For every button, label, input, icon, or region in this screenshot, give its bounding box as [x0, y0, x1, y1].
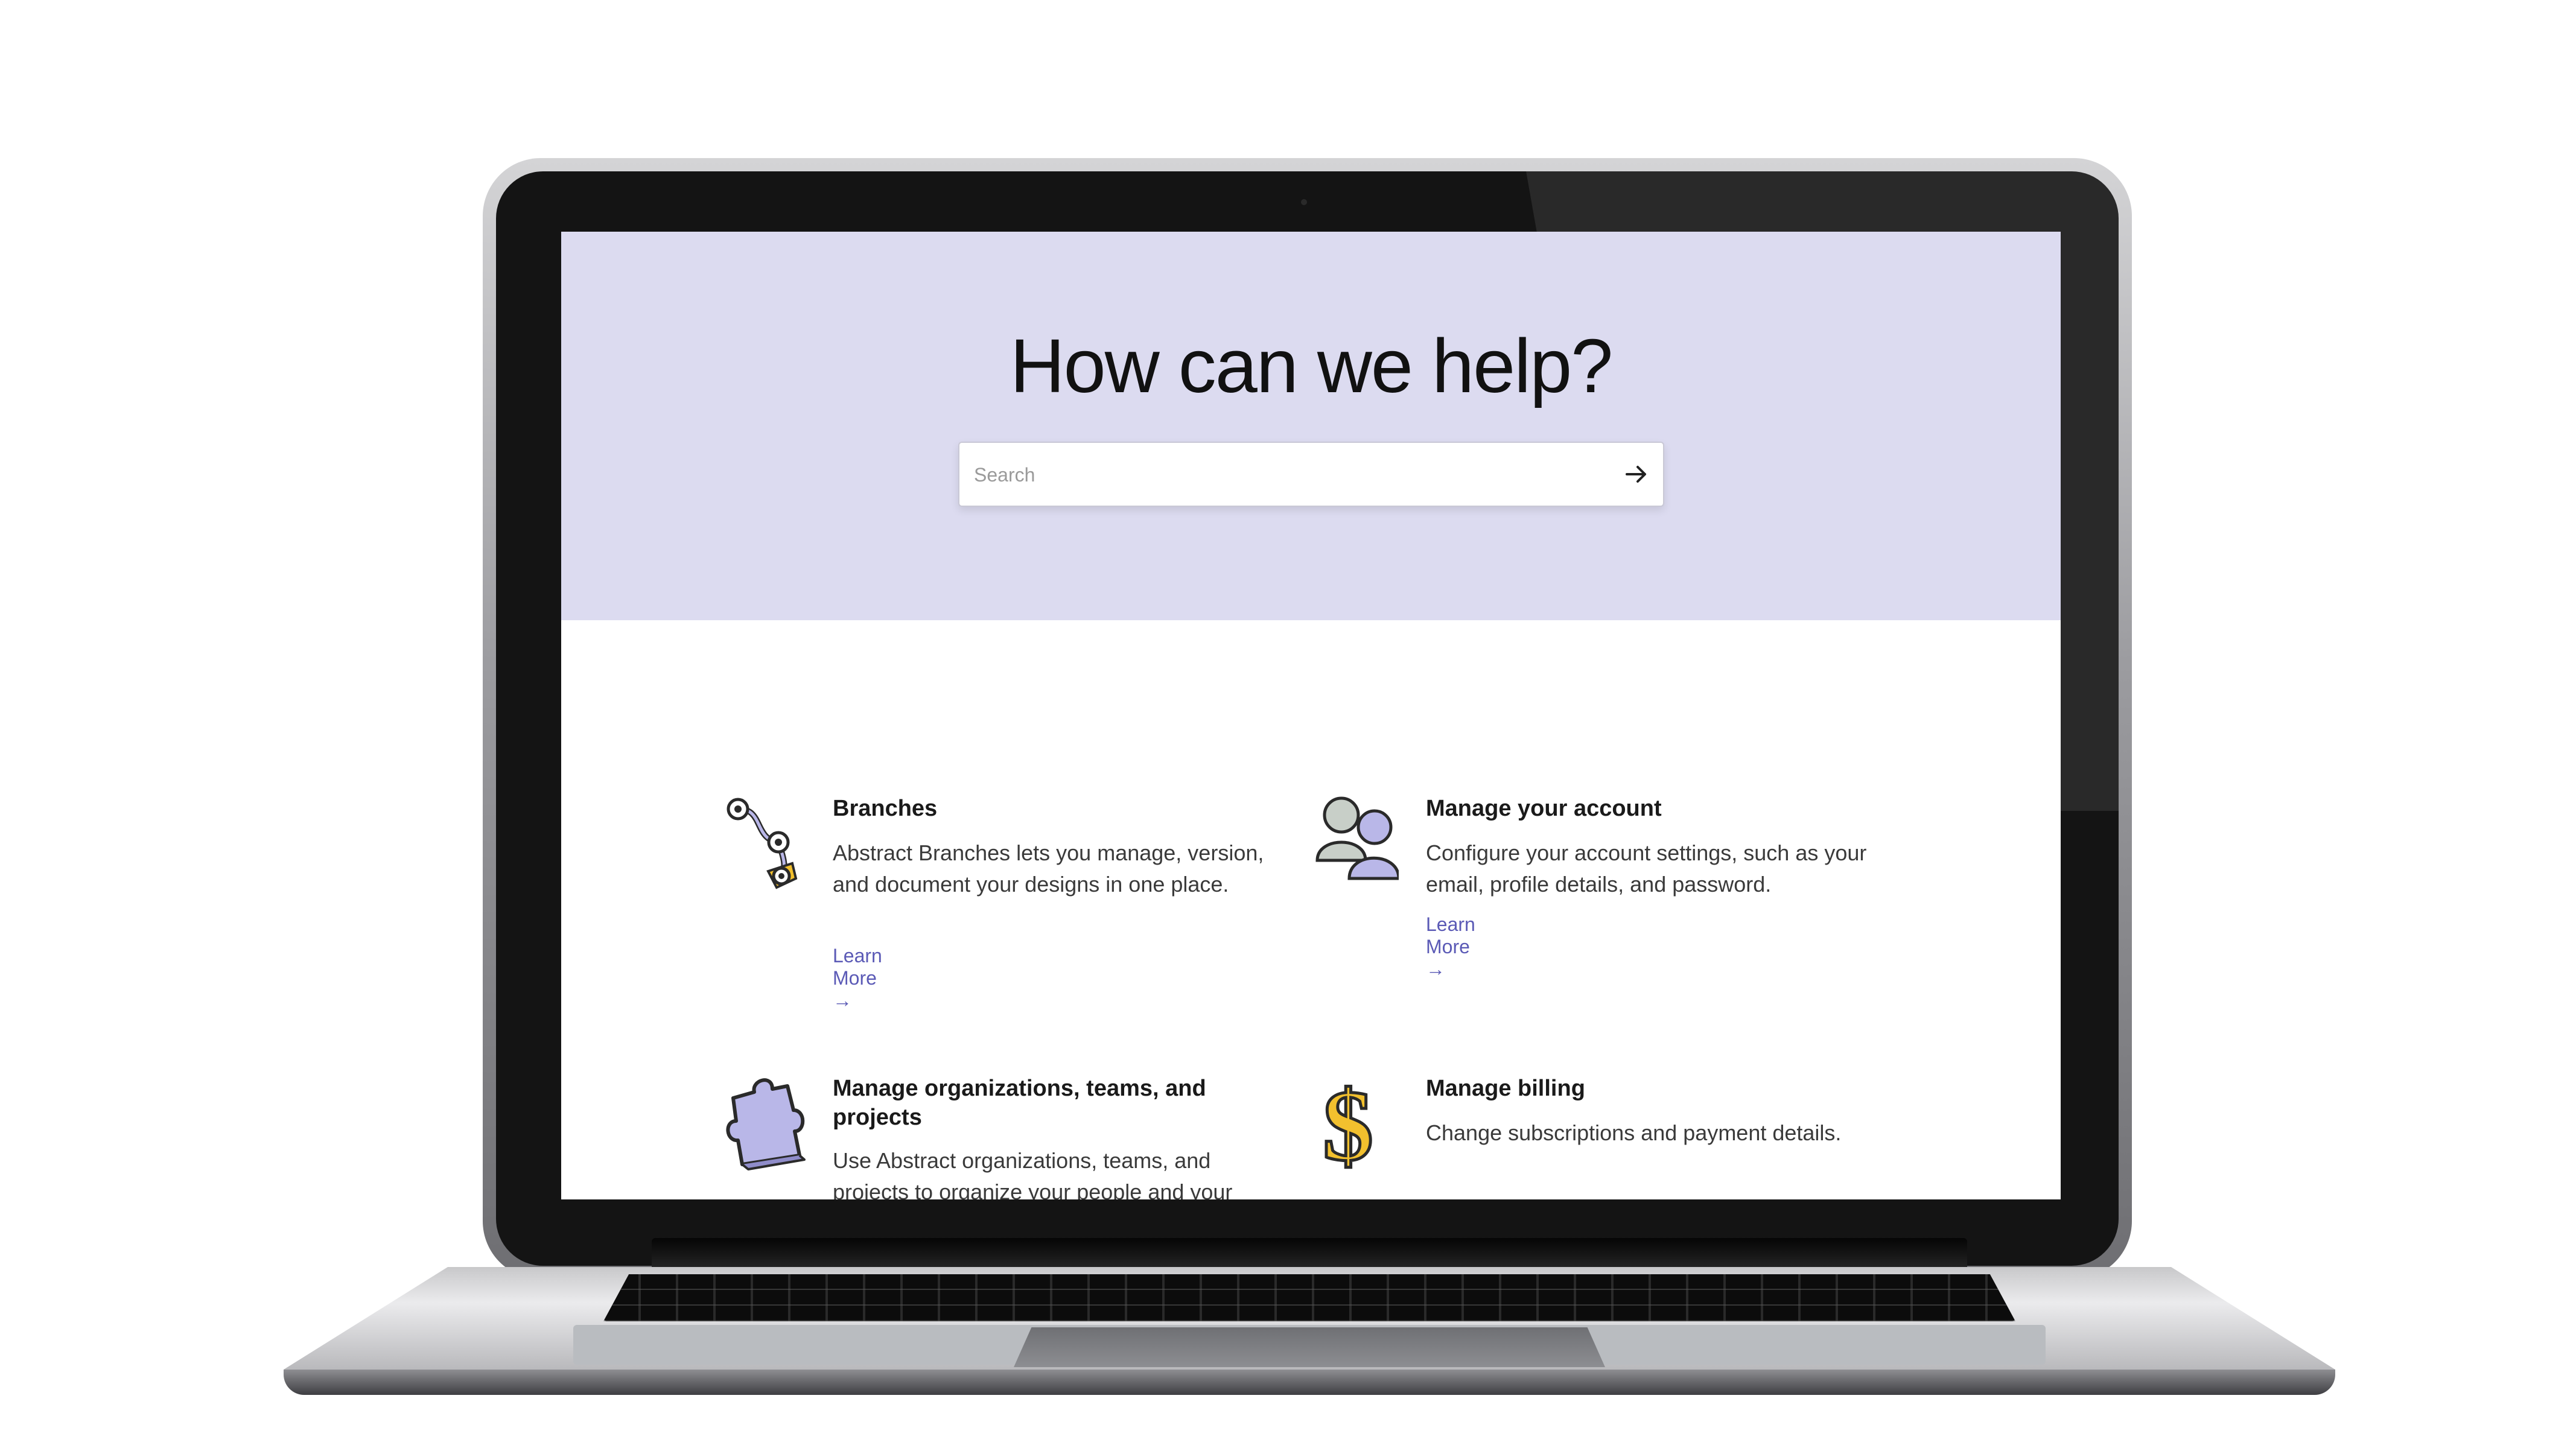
card-description: Use Abstract organizations, teams, and p…: [833, 1148, 1233, 1199]
card-title: Manage billing: [1426, 1076, 1585, 1101]
laptop-screen: How can we help? Branches Abstract Branc…: [561, 232, 2061, 1199]
card-description: Change subscriptions and payment details…: [1426, 1120, 1842, 1145]
laptop-base-front: [284, 1370, 2335, 1395]
search-input[interactable]: [973, 457, 1579, 492]
laptop-trackpad: [1014, 1327, 1605, 1367]
keyboard-rows: [603, 1274, 2015, 1321]
webcam: [1301, 199, 1307, 205]
branches-icon: [727, 798, 798, 889]
hero-section: How can we help?: [561, 232, 2061, 620]
users-icon: [1315, 796, 1399, 880]
card-title: Manage organizations, teams, and project…: [833, 1076, 1206, 1130]
learn-more-link[interactable]: Learn More →: [833, 945, 882, 1012]
dollar-sign-icon: $: [1321, 1074, 1375, 1170]
arrow-right-icon[interactable]: [1622, 460, 1651, 489]
puzzle-piece-icon: [726, 1078, 806, 1170]
page-title: How can we help?: [1010, 323, 1614, 408]
learn-more-link[interactable]: Learn More →: [1426, 913, 1475, 980]
card-description: Configure your account settings, such as…: [1426, 840, 1867, 897]
svg-text:$: $: [1323, 1074, 1373, 1170]
search-bar[interactable]: [958, 442, 1664, 507]
card-title: Manage your account: [1426, 796, 1662, 821]
card-title: Branches: [833, 796, 938, 821]
card-description: Abstract Branches lets you manage, versi…: [833, 840, 1264, 897]
